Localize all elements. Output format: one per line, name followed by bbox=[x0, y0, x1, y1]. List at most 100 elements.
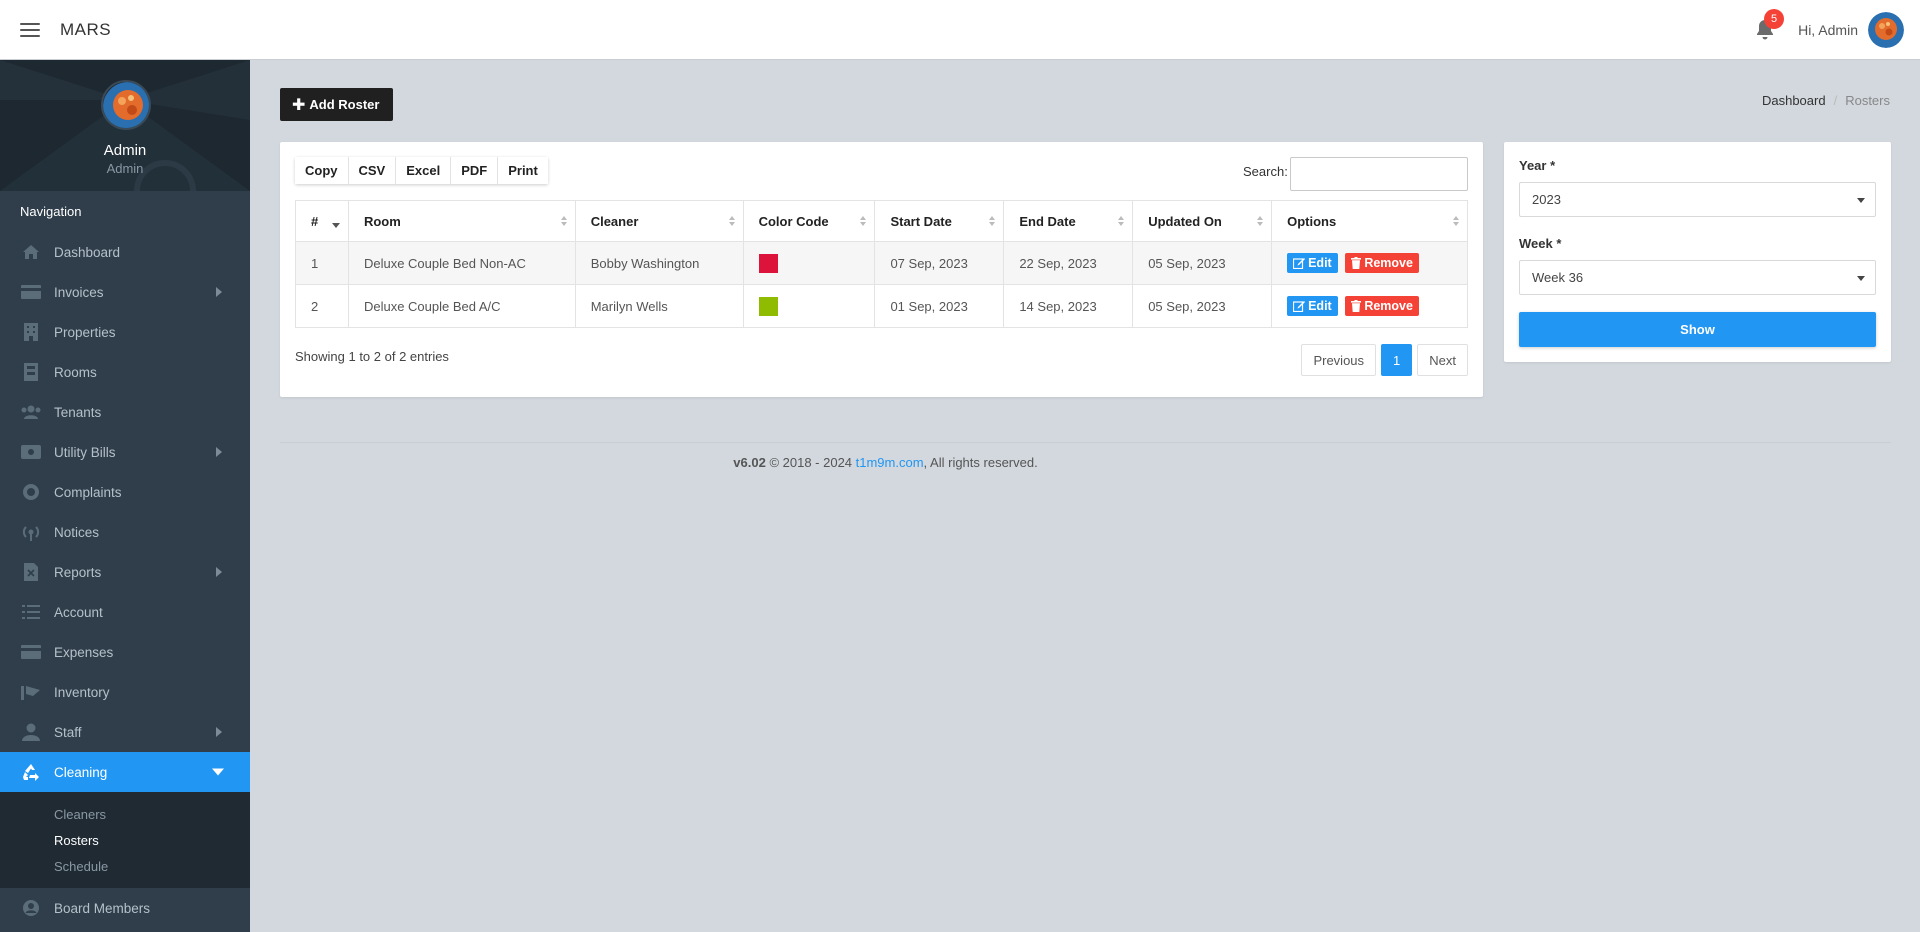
footer-link[interactable]: t1m9m.com bbox=[856, 455, 924, 470]
sidebar: Admin Admin Navigation Dashboard Invoice… bbox=[0, 60, 250, 932]
column-header-updated-on[interactable]: Updated On bbox=[1132, 200, 1273, 242]
sidebar-item-tenants[interactable]: Tenants bbox=[0, 392, 250, 432]
column-header-number[interactable]: # bbox=[295, 200, 349, 242]
breadcrumb-dashboard-link[interactable]: Dashboard bbox=[1762, 93, 1826, 108]
sidebar-profile: Admin Admin bbox=[0, 60, 250, 191]
dashboard-icon bbox=[20, 243, 42, 261]
sidebar-item-cleaning[interactable]: Cleaning bbox=[0, 752, 250, 792]
bill-icon bbox=[20, 443, 42, 461]
filter-card: Year * 2023 Week * Week 36 Show bbox=[1504, 142, 1891, 362]
footer: v6.02 © 2018 - 2024 t1m9m.com, All right… bbox=[280, 455, 1491, 470]
column-header-color-code[interactable]: Color Code bbox=[742, 200, 876, 242]
column-header-end-date[interactable]: End Date bbox=[1003, 200, 1134, 242]
copy-button[interactable]: Copy bbox=[295, 157, 349, 184]
notification-button[interactable]: 5 bbox=[1750, 9, 1785, 45]
column-header-start-date[interactable]: Start Date bbox=[874, 200, 1005, 242]
user-avatar[interactable] bbox=[1868, 12, 1904, 48]
csv-button[interactable]: CSV bbox=[348, 157, 397, 184]
sidebar-item-reports[interactable]: Reports bbox=[0, 552, 250, 592]
submenu-item-schedule[interactable]: Schedule bbox=[0, 853, 250, 879]
sidebar-item-label: Complaints bbox=[54, 484, 122, 500]
sidebar-item-account[interactable]: Account bbox=[0, 592, 250, 632]
submenu-item-rosters[interactable]: Rosters bbox=[0, 827, 250, 853]
column-header-label: Room bbox=[363, 213, 401, 229]
sidebar-item-rooms[interactable]: Rooms bbox=[0, 352, 250, 392]
year-select[interactable]: 2023 bbox=[1519, 182, 1876, 217]
sidebar-item-board-members[interactable]: Board Members bbox=[0, 888, 250, 928]
search-input[interactable] bbox=[1290, 157, 1468, 191]
dropdown-caret-icon bbox=[1857, 198, 1865, 203]
sidebar-item-utility-bills[interactable]: Utility Bills bbox=[0, 432, 250, 472]
column-header-options[interactable]: Options bbox=[1271, 200, 1468, 242]
cell-updated-on: 05 Sep, 2023 bbox=[1132, 241, 1273, 285]
page-1-button[interactable]: 1 bbox=[1381, 344, 1413, 376]
remove-button[interactable]: Remove bbox=[1345, 253, 1419, 273]
breadcrumb-separator: / bbox=[1833, 93, 1838, 108]
next-page-button[interactable]: Next bbox=[1417, 344, 1468, 376]
member-icon bbox=[20, 899, 42, 917]
menu-toggle-icon[interactable] bbox=[20, 22, 40, 37]
column-header-label: Start Date bbox=[890, 213, 952, 229]
chevron-right-icon bbox=[216, 447, 222, 457]
sidebar-item-properties[interactable]: Properties bbox=[0, 312, 250, 352]
sidebar-item-dashboard[interactable]: Dashboard bbox=[0, 232, 250, 272]
broadcast-icon bbox=[20, 523, 42, 541]
cell-number: 1 bbox=[295, 241, 349, 285]
previous-page-button[interactable]: Previous bbox=[1301, 344, 1377, 376]
sidebar-item-label: Invoices bbox=[54, 284, 104, 300]
remove-label: Remove bbox=[1364, 256, 1413, 270]
edit-button[interactable]: Edit bbox=[1287, 253, 1338, 273]
app-title: MARS bbox=[60, 19, 112, 39]
sidebar-item-expenses[interactable]: Expenses bbox=[0, 632, 250, 672]
cell-color-code bbox=[742, 284, 876, 328]
edit-button[interactable]: Edit bbox=[1287, 296, 1338, 316]
sort-icon bbox=[989, 216, 996, 226]
cell-options: Edit Remove bbox=[1271, 284, 1468, 328]
profile-avatar[interactable] bbox=[101, 80, 151, 130]
search-label: Search: bbox=[1243, 164, 1288, 179]
excel-button[interactable]: Excel bbox=[396, 157, 452, 184]
print-button[interactable]: Print bbox=[498, 157, 548, 184]
submenu-item-cleaners[interactable]: Cleaners bbox=[0, 801, 250, 827]
edit-label: Edit bbox=[1308, 299, 1332, 313]
user-greeting: Hi, Admin bbox=[1798, 22, 1858, 38]
cell-cleaner: Marilyn Wells bbox=[574, 284, 744, 328]
show-button[interactable]: Show bbox=[1519, 312, 1876, 347]
remove-button[interactable]: Remove bbox=[1345, 296, 1419, 316]
week-select[interactable]: Week 36 bbox=[1519, 260, 1876, 295]
top-right-area: 5 Hi, Admin bbox=[1750, 0, 1904, 60]
cell-room: Deluxe Couple Bed A/C bbox=[347, 284, 576, 328]
invoice-icon bbox=[20, 283, 42, 301]
sidebar-item-label: Board Members bbox=[54, 900, 151, 916]
profile-role: Admin bbox=[106, 161, 144, 176]
user-icon bbox=[20, 723, 42, 741]
room-icon bbox=[20, 363, 42, 381]
sort-icon bbox=[1257, 216, 1264, 226]
cell-room: Deluxe Couple Bed Non-AC bbox=[347, 241, 576, 285]
sidebar-item-staff[interactable]: Staff bbox=[0, 712, 250, 752]
sidebar-item-complaints[interactable]: Complaints bbox=[0, 472, 250, 512]
pdf-button[interactable]: PDF bbox=[451, 157, 499, 184]
cell-updated-on: 05 Sep, 2023 bbox=[1132, 284, 1273, 328]
sidebar-item-notices[interactable]: Notices bbox=[0, 512, 250, 552]
sidebar-item-label: Notices bbox=[54, 524, 100, 540]
column-header-cleaner[interactable]: Cleaner bbox=[574, 200, 744, 242]
sidebar-item-inventory[interactable]: Inventory bbox=[0, 672, 250, 712]
sidebar-item-label: Utility Bills bbox=[54, 444, 116, 460]
cell-start-date: 01 Sep, 2023 bbox=[874, 284, 1005, 328]
add-roster-button[interactable]: ✚ Add Roster bbox=[280, 88, 394, 121]
pagination: Previous 1 Next bbox=[1301, 344, 1468, 376]
week-label: Week * bbox=[1519, 236, 1562, 251]
color-swatch bbox=[758, 296, 778, 316]
trash-icon bbox=[1351, 257, 1362, 269]
week-select-value: Week 36 bbox=[1532, 270, 1584, 285]
column-header-room[interactable]: Room bbox=[347, 200, 576, 242]
card-icon bbox=[20, 643, 42, 661]
cell-color-code bbox=[742, 241, 876, 285]
sidebar-item-invoices[interactable]: Invoices bbox=[0, 272, 250, 312]
cleaning-submenu: Cleaners Rosters Schedule bbox=[0, 792, 250, 888]
sidebar-item-label: Reports bbox=[54, 564, 102, 580]
cell-cleaner: Bobby Washington bbox=[574, 241, 744, 285]
building-icon bbox=[20, 323, 42, 341]
sort-icon bbox=[1118, 216, 1125, 226]
